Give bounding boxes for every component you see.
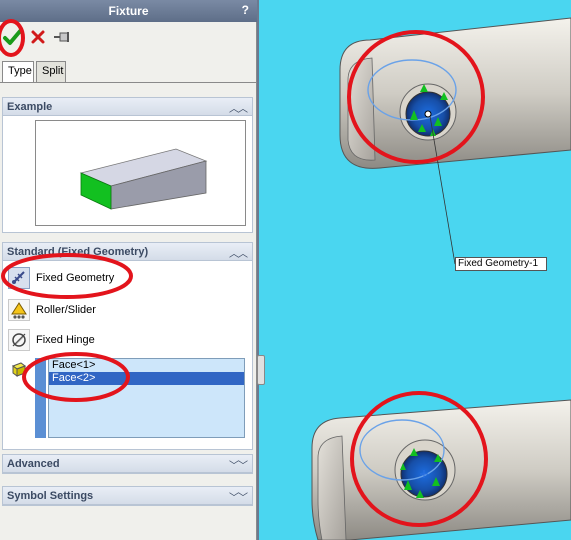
tab-split[interactable]: Split [36, 61, 66, 82]
panel-title: Fixture [108, 4, 149, 18]
selection-list-indicator [35, 358, 46, 438]
chevron-down-icon[interactable]: ﹀﹀ [229, 457, 248, 472]
property-manager-panel: Fixture ? Type Split Example ︿︿ Standard… [0, 0, 257, 540]
pushpin-icon[interactable] [52, 26, 74, 48]
beam-part-bottom[interactable] [311, 399, 571, 540]
fixed-geometry-icon[interactable] [8, 267, 30, 289]
symbol-settings-header[interactable]: Symbol Settings ﹀﹀ [3, 487, 252, 505]
chevron-up-icon[interactable]: ︿︿ [229, 100, 248, 115]
fixture-callout-label[interactable]: Fixed Geometry-1 [455, 257, 547, 271]
example-preview-image [35, 120, 246, 226]
panel-title-bar: Fixture ? [0, 0, 257, 22]
list-item-face-2[interactable]: Face<2> [49, 372, 244, 385]
help-button[interactable]: ? [242, 3, 249, 17]
example-section-header[interactable]: Example ︿︿ [3, 98, 252, 116]
advanced-section-header[interactable]: Advanced ﹀﹀ [3, 455, 252, 473]
list-item-face-1[interactable]: Face<1> [49, 359, 244, 372]
face-selection-icon [10, 360, 28, 378]
example-section: Example ︿︿ [2, 97, 253, 233]
roller-slider-label[interactable]: Roller/Slider [36, 304, 96, 316]
beam-part-top[interactable] [339, 17, 571, 169]
symbol-settings-title: Symbol Settings [7, 490, 94, 502]
fixed-hinge-icon[interactable] [8, 329, 30, 351]
chevron-down-icon[interactable]: ﹀﹀ [229, 489, 248, 504]
advanced-section-title: Advanced [7, 458, 60, 470]
example-section-title: Example [7, 101, 53, 113]
fixed-hinge-label[interactable]: Fixed Hinge [36, 334, 95, 346]
advanced-section[interactable]: Advanced ﹀﹀ [2, 454, 253, 474]
roller-slider-icon[interactable] [8, 299, 30, 321]
fixed-geometry-label[interactable]: Fixed Geometry [36, 272, 114, 284]
standard-section-title: Standard (Fixed Geometry) [7, 246, 149, 258]
standard-fixture-section: Standard (Fixed Geometry) ︿︿ Fixed Geome… [2, 242, 253, 450]
chevron-up-icon[interactable]: ︿︿ [229, 245, 248, 260]
ok-checkmark-icon[interactable] [2, 26, 24, 48]
face-selection-list[interactable]: Face<1> Face<2> [48, 358, 245, 438]
tab-divider [0, 82, 257, 83]
symbol-settings-section[interactable]: Symbol Settings ﹀﹀ [2, 486, 253, 506]
standard-section-header[interactable]: Standard (Fixed Geometry) ︿︿ [3, 243, 252, 261]
cancel-x-icon[interactable] [27, 26, 49, 48]
tab-type[interactable]: Type [2, 61, 34, 83]
